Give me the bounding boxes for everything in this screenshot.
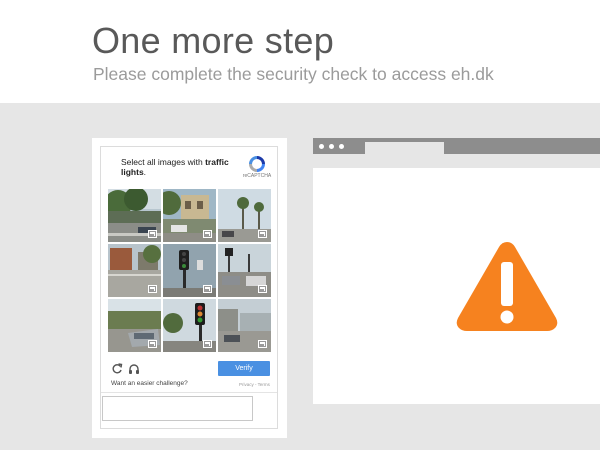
browser-tab [365,142,444,154]
tile-select-icon [148,340,157,348]
captcha-tile-7[interactable] [108,299,161,352]
tile-select-icon [148,230,157,238]
browser-illustration [313,138,600,404]
recaptcha-brand-label: reCAPTCHA [242,173,272,179]
recaptcha-logo-icon [249,156,265,172]
easier-challenge-link[interactable]: Want an easier challenge? [111,380,188,387]
tile-select-icon [258,340,267,348]
window-dot-icon [319,144,324,149]
tile-select-icon [148,285,157,293]
captcha-tile-9[interactable] [218,299,271,352]
captcha-tile-8[interactable] [163,299,216,352]
headphones-icon[interactable] [128,363,140,375]
image-grid [108,189,271,352]
tile-select-icon [203,230,212,238]
captcha-tile-4[interactable] [108,244,161,297]
page-header: One more step Please complete the securi… [0,0,600,103]
captcha-tile-1[interactable] [108,189,161,242]
instruction-text: Select all images with [121,157,206,167]
tile-select-icon [203,340,212,348]
captcha-tile-6[interactable] [218,244,271,297]
browser-content [313,168,600,404]
recaptcha-widget: Select all images with traffic lights. r… [100,146,278,429]
captcha-tile-3[interactable] [218,189,271,242]
tile-select-icon [258,285,267,293]
captcha-tile-5[interactable] [163,244,216,297]
window-dot-icon [329,144,334,149]
page-subtitle: Please complete the security check to ac… [93,64,494,84]
divider [101,392,277,393]
reload-icon[interactable] [111,363,123,375]
tile-select-icon [258,230,267,238]
captcha-tile-2[interactable] [163,189,216,242]
page-title: One more step [92,20,335,61]
window-dot-icon [339,144,344,149]
tile-select-icon [203,285,212,293]
instruction-punct: . [143,167,147,177]
captcha-instruction: Select all images with traffic lights. [121,157,241,177]
privacy-terms-link[interactable]: Privacy - Terms [239,382,270,387]
browser-titlebar [313,138,600,154]
warning-icon [456,242,558,331]
verify-button[interactable]: Verify [218,361,270,376]
captcha-response-field[interactable] [102,396,253,421]
